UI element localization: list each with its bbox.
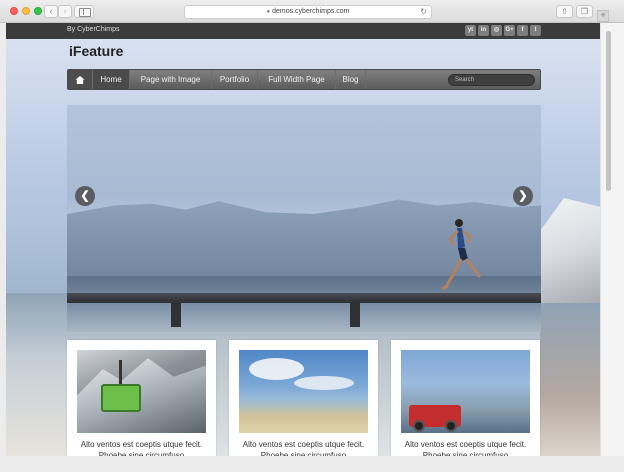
forward-button[interactable]: ›: [58, 5, 72, 18]
vertical-scrollbar[interactable]: [600, 23, 624, 456]
pier-post: [171, 303, 181, 327]
hero-slider: ❮ ❯: [67, 105, 541, 332]
nav-item-full-width-page[interactable]: Full Width Page: [258, 70, 336, 89]
browser-toolbar: ‹ › ● demos.cyberchimps.com ↻ ⇧ ❐ +: [0, 0, 624, 23]
home-icon: [75, 76, 85, 84]
card-image-jeep[interactable]: [401, 350, 530, 433]
facebook-icon[interactable]: f: [517, 25, 528, 36]
show-tabs-button[interactable]: ❐: [576, 5, 593, 18]
lock-icon: ●: [266, 9, 271, 15]
card-text: Alto ventos est coeptis utque fecit. Pho…: [242, 440, 365, 456]
address-bar[interactable]: ● demos.cyberchimps.com ↻: [184, 5, 432, 19]
background-sea-right: [540, 303, 600, 456]
gondola-icon: [101, 360, 141, 412]
browser-window: ‹ › ● demos.cyberchimps.com ↻ ⇧ ❐ + By Cy…: [0, 0, 624, 472]
linkedin-icon[interactable]: in: [478, 25, 489, 36]
site-topbar: By CyberChimps yt in ◎ G+ f t: [6, 23, 600, 39]
share-button[interactable]: ⇧: [556, 5, 573, 18]
social-icons: yt in ◎ G+ f t: [465, 25, 541, 36]
wheel-icon: [445, 420, 457, 432]
sidebar-toggle-button[interactable]: [74, 5, 94, 18]
wheel-icon: [413, 420, 425, 432]
slide-pier: [67, 293, 541, 303]
pinterest-icon[interactable]: ◎: [491, 25, 502, 36]
slider-prev-button[interactable]: ❮: [75, 186, 95, 206]
scroll-thumb[interactable]: [606, 31, 611, 191]
feature-card[interactable]: Alto ventos est coeptis utque fecit. Pho…: [229, 340, 378, 456]
main-navbar: Home Page with Image Portfolio Full Widt…: [67, 69, 541, 90]
background-mountain: [540, 198, 600, 308]
background-sea-left: [6, 293, 68, 456]
youtube-icon[interactable]: yt: [465, 25, 476, 36]
search-input[interactable]: Search: [448, 74, 535, 86]
feature-card[interactable]: Alto ventos est coeptis utque fecit. Pho…: [67, 340, 216, 456]
new-tab-button[interactable]: +: [597, 10, 609, 22]
card-image-beach[interactable]: [239, 350, 368, 433]
twitter-icon[interactable]: t: [530, 25, 541, 36]
site-title[interactable]: iFeature: [69, 43, 123, 59]
card-text: Alto ventos est coeptis utque fecit. Pho…: [404, 440, 527, 456]
googleplus-icon[interactable]: G+: [504, 25, 515, 36]
feature-card[interactable]: Alto ventos est coeptis utque fecit. Pho…: [391, 340, 540, 456]
nav-item-page-with-image[interactable]: Page with Image: [130, 70, 212, 89]
reload-icon[interactable]: ↻: [420, 6, 427, 18]
close-window-button[interactable]: [10, 7, 18, 15]
slider-next-button[interactable]: ❯: [513, 186, 533, 206]
back-button[interactable]: ‹: [44, 5, 58, 18]
minimize-window-button[interactable]: [22, 7, 30, 15]
nav-home-icon-button[interactable]: [68, 70, 93, 89]
nav-item-portfolio[interactable]: Portfolio: [212, 70, 258, 89]
nav-item-home[interactable]: Home: [93, 70, 130, 89]
card-image-gondola[interactable]: [77, 350, 206, 433]
runner-figure: [441, 219, 482, 291]
maximize-window-button[interactable]: [34, 7, 42, 15]
page-viewport: By CyberChimps yt in ◎ G+ f t iFeature H…: [6, 23, 600, 456]
pier-post: [350, 303, 360, 327]
window-bottom-edge: [0, 456, 624, 472]
card-text: Alto ventos est coeptis utque fecit. Pho…: [80, 440, 203, 456]
url-text: demos.cyberchimps.com: [272, 8, 350, 15]
nav-item-blog[interactable]: Blog: [336, 70, 366, 89]
site-tagline: By CyberChimps: [67, 26, 120, 33]
